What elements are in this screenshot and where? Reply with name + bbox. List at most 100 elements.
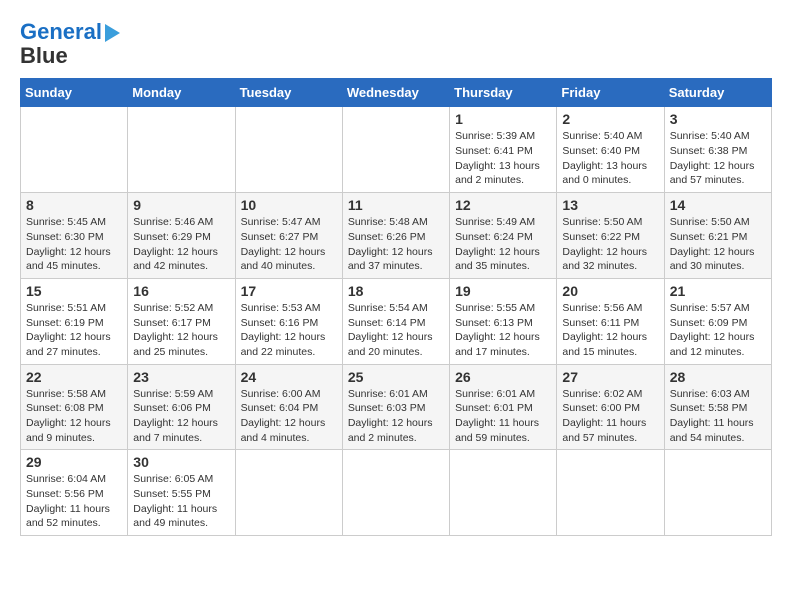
- column-header-tuesday: Tuesday: [235, 79, 342, 107]
- day-number: 14: [670, 197, 766, 213]
- logo: General Blue: [20, 20, 120, 68]
- day-number: 10: [241, 197, 337, 213]
- calendar-cell: [664, 450, 771, 536]
- calendar-cell: 19 Sunrise: 5:55 AMSunset: 6:13 PMDayligh…: [450, 278, 557, 364]
- day-info: Sunrise: 5:39 AMSunset: 6:41 PMDaylight:…: [455, 129, 551, 188]
- day-info: Sunrise: 5:55 AMSunset: 6:13 PMDaylight:…: [455, 301, 551, 360]
- day-info: Sunrise: 5:50 AMSunset: 6:21 PMDaylight:…: [670, 215, 766, 274]
- column-header-monday: Monday: [128, 79, 235, 107]
- calendar-cell: 30Sunrise: 6:05 AMSunset: 5:55 PMDayligh…: [128, 450, 235, 536]
- day-info: Sunrise: 6:01 AMSunset: 6:03 PMDaylight:…: [348, 387, 444, 446]
- day-number: 1: [455, 111, 551, 127]
- day-info: Sunrise: 5:47 AMSunset: 6:27 PMDaylight:…: [241, 215, 337, 274]
- day-info: Sunrise: 5:45 AMSunset: 6:30 PMDaylight:…: [26, 215, 122, 274]
- day-number: 27: [562, 369, 658, 385]
- calendar-cell: 10 Sunrise: 5:47 AMSunset: 6:27 PMDayligh…: [235, 193, 342, 279]
- day-info: Sunrise: 5:40 AMSunset: 6:40 PMDaylight:…: [562, 129, 658, 188]
- day-number: 29: [26, 454, 122, 470]
- calendar-week-row: 22 Sunrise: 5:58 AMSunset: 6:08 PMDayligh…: [21, 364, 772, 450]
- calendar-cell: [21, 107, 128, 193]
- day-number: 26: [455, 369, 551, 385]
- day-info: Sunrise: 5:40 AMSunset: 6:38 PMDaylight:…: [670, 129, 766, 188]
- day-number: 17: [241, 283, 337, 299]
- day-info: Sunrise: 6:05 AMSunset: 5:55 PMDaylight:…: [133, 472, 229, 531]
- column-header-sunday: Sunday: [21, 79, 128, 107]
- calendar-cell: [342, 107, 449, 193]
- calendar-cell: 18 Sunrise: 5:54 AMSunset: 6:14 PMDayligh…: [342, 278, 449, 364]
- day-number: 24: [241, 369, 337, 385]
- day-number: 3: [670, 111, 766, 127]
- day-number: 28: [670, 369, 766, 385]
- day-info: Sunrise: 5:51 AMSunset: 6:19 PMDaylight:…: [26, 301, 122, 360]
- calendar-cell: 8 Sunrise: 5:45 AMSunset: 6:30 PMDaylight…: [21, 193, 128, 279]
- calendar-cell: [557, 450, 664, 536]
- day-number: 13: [562, 197, 658, 213]
- calendar-cell: 29 Sunrise: 6:04 AMSunset: 5:56 PMDayligh…: [21, 450, 128, 536]
- page-header: General Blue: [20, 20, 772, 68]
- calendar-cell: 25 Sunrise: 6:01 AMSunset: 6:03 PMDayligh…: [342, 364, 449, 450]
- calendar-cell: 13 Sunrise: 5:50 AMSunset: 6:22 PMDayligh…: [557, 193, 664, 279]
- column-header-saturday: Saturday: [664, 79, 771, 107]
- calendar-cell: 3 Sunrise: 5:40 AMSunset: 6:38 PMDaylight…: [664, 107, 771, 193]
- day-info: Sunrise: 5:56 AMSunset: 6:11 PMDaylight:…: [562, 301, 658, 360]
- day-info: Sunrise: 5:54 AMSunset: 6:14 PMDaylight:…: [348, 301, 444, 360]
- day-info: Sunrise: 5:53 AMSunset: 6:16 PMDaylight:…: [241, 301, 337, 360]
- calendar-table: SundayMondayTuesdayWednesdayThursdayFrid…: [20, 78, 772, 536]
- calendar-cell: 9Sunrise: 5:46 AMSunset: 6:29 PMDaylight…: [128, 193, 235, 279]
- day-info: Sunrise: 5:59 AMSunset: 6:06 PMDaylight:…: [133, 387, 229, 446]
- calendar-header-row: SundayMondayTuesdayWednesdayThursdayFrid…: [21, 79, 772, 107]
- day-info: Sunrise: 6:04 AMSunset: 5:56 PMDaylight:…: [26, 472, 122, 531]
- day-number: 15: [26, 283, 122, 299]
- calendar-cell: [235, 450, 342, 536]
- logo-general: General: [20, 19, 102, 44]
- day-info: Sunrise: 6:00 AMSunset: 6:04 PMDaylight:…: [241, 387, 337, 446]
- calendar-cell: 2 Sunrise: 5:40 AMSunset: 6:40 PMDaylight…: [557, 107, 664, 193]
- calendar-week-row: 1 Sunrise: 5:39 AMSunset: 6:41 PMDaylight…: [21, 107, 772, 193]
- day-info: Sunrise: 5:52 AMSunset: 6:17 PMDaylight:…: [133, 301, 229, 360]
- logo-blue: Blue: [20, 43, 68, 68]
- calendar-cell: 1 Sunrise: 5:39 AMSunset: 6:41 PMDaylight…: [450, 107, 557, 193]
- day-number: 12: [455, 197, 551, 213]
- calendar-cell: 27 Sunrise: 6:02 AMSunset: 6:00 PMDayligh…: [557, 364, 664, 450]
- logo-arrow-icon: [105, 24, 120, 42]
- day-info: Sunrise: 5:50 AMSunset: 6:22 PMDaylight:…: [562, 215, 658, 274]
- day-info: Sunrise: 5:48 AMSunset: 6:26 PMDaylight:…: [348, 215, 444, 274]
- day-info: Sunrise: 5:58 AMSunset: 6:08 PMDaylight:…: [26, 387, 122, 446]
- calendar-cell: 12 Sunrise: 5:49 AMSunset: 6:24 PMDayligh…: [450, 193, 557, 279]
- day-number: 20: [562, 283, 658, 299]
- day-info: Sunrise: 6:03 AMSunset: 5:58 PMDaylight:…: [670, 387, 766, 446]
- day-info: Sunrise: 5:57 AMSunset: 6:09 PMDaylight:…: [670, 301, 766, 360]
- calendar-cell: 16 Sunrise: 5:52 AMSunset: 6:17 PMDayligh…: [128, 278, 235, 364]
- day-number: 16: [133, 283, 229, 299]
- day-number: 23: [133, 369, 229, 385]
- calendar-cell: [450, 450, 557, 536]
- column-header-thursday: Thursday: [450, 79, 557, 107]
- column-header-friday: Friday: [557, 79, 664, 107]
- calendar-cell: 14 Sunrise: 5:50 AMSunset: 6:21 PMDayligh…: [664, 193, 771, 279]
- calendar-cell: 23 Sunrise: 5:59 AMSunset: 6:06 PMDayligh…: [128, 364, 235, 450]
- calendar-cell: [342, 450, 449, 536]
- day-number: 8: [26, 197, 122, 213]
- day-info: Sunrise: 5:49 AMSunset: 6:24 PMDaylight:…: [455, 215, 551, 274]
- day-info: Sunrise: 6:01 AMSunset: 6:01 PMDaylight:…: [455, 387, 551, 446]
- day-number: 19: [455, 283, 551, 299]
- calendar-cell: 21 Sunrise: 5:57 AMSunset: 6:09 PMDayligh…: [664, 278, 771, 364]
- day-number: 11: [348, 197, 444, 213]
- day-number: 9: [133, 197, 229, 213]
- logo-text: General: [20, 20, 120, 44]
- calendar-week-row: 29 Sunrise: 6:04 AMSunset: 5:56 PMDayligh…: [21, 450, 772, 536]
- day-number: 25: [348, 369, 444, 385]
- calendar-cell: [235, 107, 342, 193]
- day-number: 22: [26, 369, 122, 385]
- calendar-cell: 28 Sunrise: 6:03 AMSunset: 5:58 PMDayligh…: [664, 364, 771, 450]
- day-number: 18: [348, 283, 444, 299]
- day-info: Sunrise: 6:02 AMSunset: 6:00 PMDaylight:…: [562, 387, 658, 446]
- calendar-cell: 24 Sunrise: 6:00 AMSunset: 6:04 PMDayligh…: [235, 364, 342, 450]
- calendar-cell: 22 Sunrise: 5:58 AMSunset: 6:08 PMDayligh…: [21, 364, 128, 450]
- calendar-cell: [128, 107, 235, 193]
- day-number: 2: [562, 111, 658, 127]
- calendar-cell: 11 Sunrise: 5:48 AMSunset: 6:26 PMDayligh…: [342, 193, 449, 279]
- day-number: 21: [670, 283, 766, 299]
- column-header-wednesday: Wednesday: [342, 79, 449, 107]
- calendar-cell: 17 Sunrise: 5:53 AMSunset: 6:16 PMDayligh…: [235, 278, 342, 364]
